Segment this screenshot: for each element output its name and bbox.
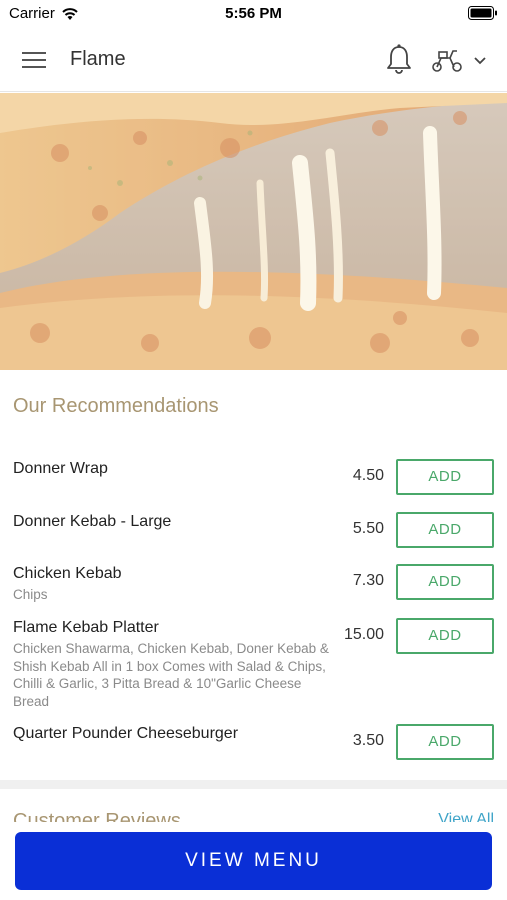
item-name: Donner Kebab - Large — [13, 513, 172, 530]
add-button[interactable]: ADD — [396, 512, 494, 548]
status-time: 5:56 PM — [225, 5, 282, 22]
bottom-cta-area: VIEW MENU — [0, 822, 507, 900]
add-button[interactable]: ADD — [396, 564, 494, 600]
item-name: Quarter Pounder Cheeseburger — [13, 725, 239, 742]
item-price: 5.50 — [352, 520, 384, 537]
item-price: 7.30 — [352, 572, 384, 589]
add-button[interactable]: ADD — [396, 618, 494, 654]
hamburger-menu-icon[interactable] — [20, 48, 48, 72]
item-price: 4.50 — [352, 467, 384, 484]
reviews-title: Customer Reviews — [13, 810, 181, 822]
section-divider — [0, 780, 507, 789]
item-name: Donner Wrap — [13, 460, 108, 477]
bell-icon[interactable] — [384, 43, 414, 75]
scooter-icon[interactable] — [430, 46, 464, 74]
item-name: Flame Kebab Platter — [13, 619, 159, 636]
chevron-down-icon[interactable] — [470, 50, 490, 70]
item-price: 3.50 — [352, 732, 384, 749]
app-bar: Flame — [0, 28, 507, 92]
battery-icon — [468, 6, 497, 20]
add-button[interactable]: ADD — [396, 459, 494, 495]
item-description: Chips — [13, 587, 48, 602]
status-bar: Carrier 5:56 PM — [0, 0, 507, 28]
view-menu-button[interactable]: VIEW MENU — [15, 832, 492, 890]
recommendations-title: Our Recommendations — [13, 395, 219, 417]
app-title: Flame — [70, 48, 126, 70]
view-all-reviews-link[interactable]: View All — [438, 811, 494, 822]
item-description: Chicken Shawarma, Chicken Kebab, Doner K… — [13, 641, 329, 709]
add-button[interactable]: ADD — [396, 724, 494, 760]
hero-pizza-image — [0, 93, 507, 370]
reviews-header: Customer Reviews View All — [0, 800, 507, 822]
item-name: Chicken Kebab — [13, 565, 122, 582]
item-price: 15.00 — [343, 626, 384, 643]
